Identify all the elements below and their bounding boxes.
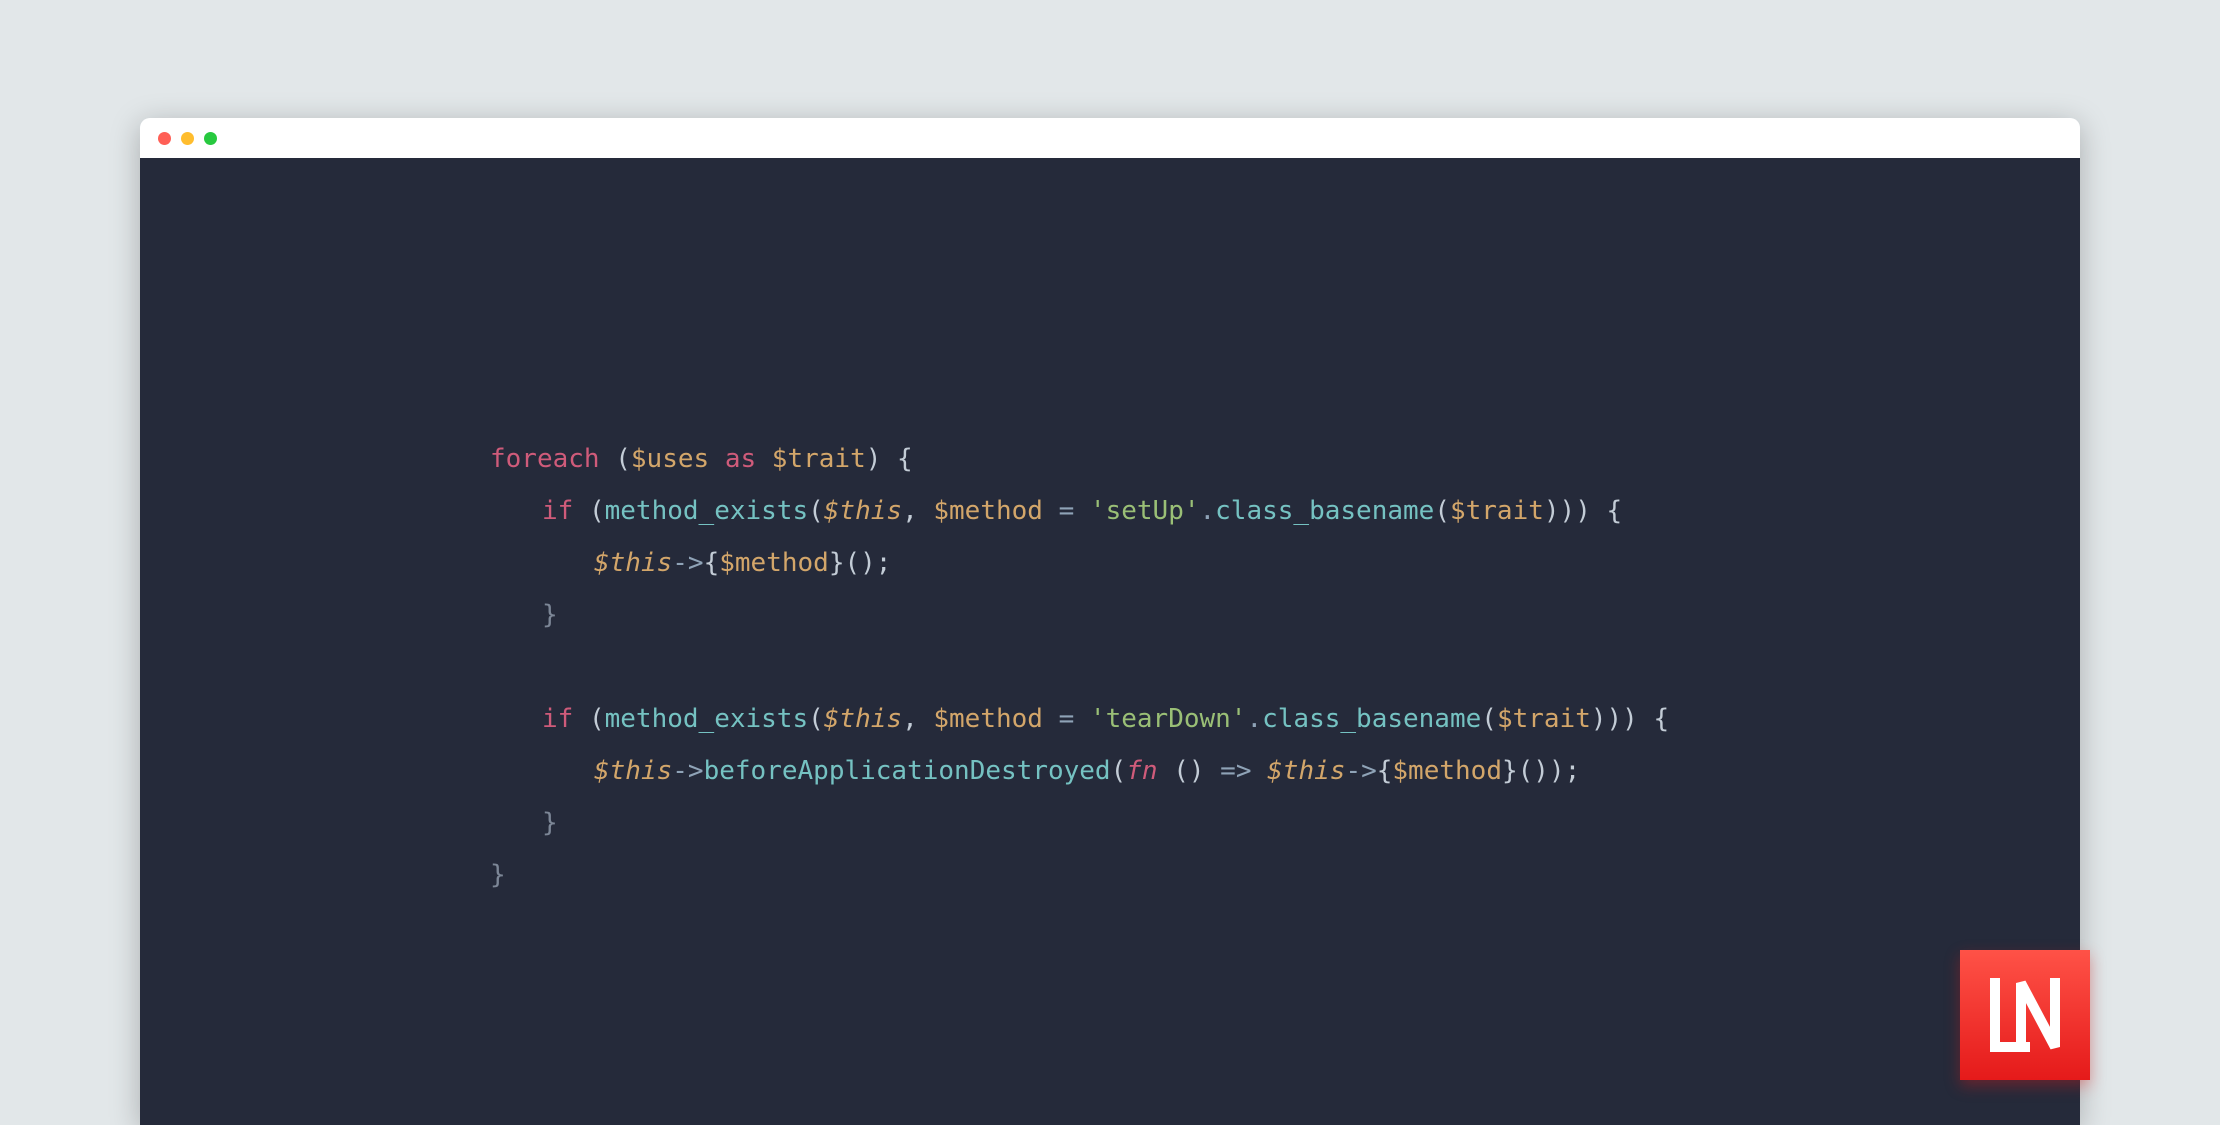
keyword-fn: fn [1126,756,1157,786]
variable: $method [719,548,829,578]
operator: -> [672,548,703,578]
brace-close: } [542,600,558,630]
method-call: beforeApplicationDestroyed [704,756,1111,786]
minimize-dot-icon[interactable] [181,132,194,145]
punct: ( [808,704,824,734]
variable: $method [1392,756,1502,786]
keyword-foreach: foreach [490,444,600,474]
operator: . [1246,704,1262,734]
code-window: foreach ($uses as $trait) { if (method_e… [140,118,2080,1125]
fn-method-exists: method_exists [605,496,809,526]
code-line: } [490,589,2080,641]
variable: $trait [772,444,866,474]
punct: ( [573,496,604,526]
punct: ( [1481,704,1497,734]
maximize-dot-icon[interactable] [204,132,217,145]
close-dot-icon[interactable] [158,132,171,145]
brace-close: } [490,860,506,890]
code-line: $this->beforeApplicationDestroyed(fn () … [490,745,2080,797]
punct: ( [1111,756,1127,786]
variable: $method [933,496,1043,526]
operator: -> [672,756,703,786]
code-line: } [490,797,2080,849]
keyword-if: if [542,496,573,526]
code-line: foreach ($uses as $trait) { [490,433,2080,485]
brace-close: } [542,808,558,838]
punct: } [1502,756,1518,786]
space [756,444,772,474]
operator: = [1043,496,1090,526]
punct: ( [808,496,824,526]
punct: ) { [866,444,913,474]
variable-this: $this [824,496,902,526]
variable: $uses [631,444,709,474]
variable-this: $this [594,548,672,578]
space [709,444,725,474]
punct: ()); [1518,756,1581,786]
string: 'setUp' [1090,496,1200,526]
fn-class-basename: class_basename [1215,496,1434,526]
space [1158,756,1174,786]
punct: , [902,496,933,526]
operator: => [1205,756,1268,786]
operator: = [1043,704,1090,734]
punct: ))) { [1591,704,1669,734]
operator: . [1200,496,1216,526]
fn-method-exists: method_exists [605,704,809,734]
fn-class-basename: class_basename [1262,704,1481,734]
stage: foreach ($uses as $trait) { if (method_e… [0,0,2220,1125]
code-line: if (method_exists($this, $method = 'setU… [490,485,2080,537]
punct: ( [1434,496,1450,526]
code-line-blank [490,641,2080,693]
laravel-news-logo [1960,950,2090,1080]
punct: { [704,548,720,578]
window-titlebar [140,118,2080,158]
keyword-if: if [542,704,573,734]
punct: ( [600,444,631,474]
punct: ))) { [1544,496,1622,526]
variable: $method [933,704,1043,734]
code-editor: foreach ($uses as $trait) { if (method_e… [140,158,2080,1125]
variable: $trait [1450,496,1544,526]
variable-this: $this [594,756,672,786]
punct: , [902,704,933,734]
keyword-as: as [725,444,756,474]
punct: () [1173,756,1204,786]
string: 'tearDown' [1090,704,1247,734]
code-line: $this->{$method}(); [490,537,2080,589]
code-line: } [490,849,2080,901]
operator: -> [1345,756,1376,786]
variable: $trait [1497,704,1591,734]
punct: ( [573,704,604,734]
punct: { [1377,756,1393,786]
variable-this: $this [824,704,902,734]
punct: } [829,548,845,578]
code-line: if (method_exists($this, $method = 'tear… [490,693,2080,745]
ln-logo-icon [1981,971,2069,1059]
punct: (); [844,548,891,578]
variable-this: $this [1267,756,1345,786]
